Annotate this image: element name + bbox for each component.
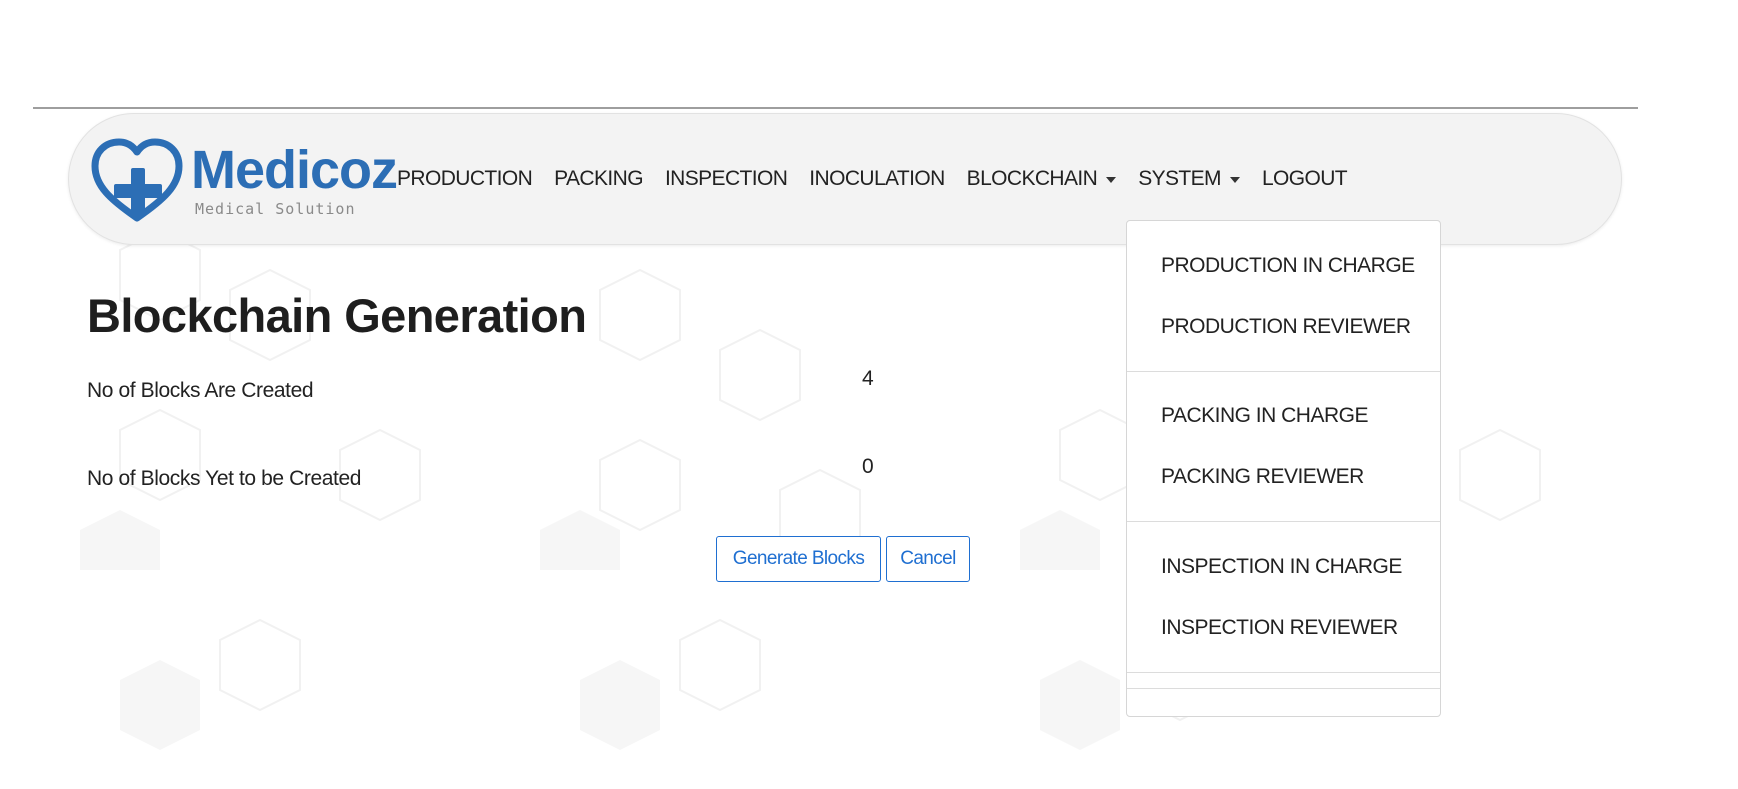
nav-production-label: PRODUCTION	[397, 167, 533, 190]
nav-inoculation-label: INOCULATION	[809, 167, 945, 190]
nav-production[interactable]: PRODUCTION	[397, 167, 533, 191]
system-dropdown-menu: PRODUCTION IN CHARGE PRODUCTION REVIEWER…	[1126, 220, 1441, 717]
caret-down-icon	[1229, 177, 1240, 183]
menu-item-production-reviewer[interactable]: PRODUCTION REVIEWER	[1161, 315, 1411, 339]
menu-item-packing-reviewer[interactable]: PACKING REVIEWER	[1161, 465, 1364, 489]
menu-divider	[1127, 371, 1440, 372]
menu-item-production-in-charge[interactable]: PRODUCTION IN CHARGE	[1161, 254, 1415, 278]
blocks-created-value: 4	[862, 367, 874, 390]
blocks-pending-label: No of Blocks Yet to be Created	[87, 467, 362, 490]
nav-logout[interactable]: LOGOUT	[1261, 167, 1348, 191]
nav-inspection[interactable]: INSPECTION	[664, 167, 788, 191]
nav-blockchain-label: BLOCKCHAIN	[966, 167, 1098, 190]
menu-divider	[1127, 688, 1440, 689]
cancel-button[interactable]: Cancel	[886, 536, 970, 582]
menu-item-packing-in-charge[interactable]: PACKING IN CHARGE	[1161, 404, 1368, 428]
page-title: Blockchain Generation	[87, 289, 587, 342]
nav-blockchain-dropdown[interactable]: BLOCKCHAIN	[967, 167, 1117, 191]
menu-divider	[1127, 521, 1440, 522]
menu-divider	[1127, 672, 1440, 673]
nav-packing[interactable]: PACKING	[554, 167, 643, 191]
nav-inoculation[interactable]: INOCULATION	[809, 167, 945, 191]
top-divider	[33, 107, 1638, 109]
brand-tagline: Medical Solution	[195, 200, 356, 218]
nav-system-dropdown[interactable]: SYSTEM	[1138, 167, 1240, 191]
page: Medicoz Medical Solution PRODUCTION PACK…	[0, 0, 1738, 789]
nav-system-label: SYSTEM	[1138, 167, 1221, 190]
blocks-pending-value: 0	[862, 455, 874, 478]
brand-name: Medicoz	[191, 140, 398, 200]
menu-item-inspection-reviewer[interactable]: INSPECTION REVIEWER	[1161, 616, 1398, 640]
blocks-created-label: No of Blocks Are Created	[87, 379, 314, 402]
nav-packing-label: PACKING	[554, 167, 643, 190]
nav-inspection-label: INSPECTION	[664, 167, 788, 190]
nav-logout-label: LOGOUT	[1261, 167, 1348, 190]
brand-logo[interactable]: Medicoz Medical Solution	[91, 138, 398, 222]
menu-item-inspection-in-charge[interactable]: INSPECTION IN CHARGE	[1161, 555, 1402, 579]
heart-plus-logo-icon	[91, 138, 183, 222]
caret-down-icon	[1106, 177, 1117, 183]
generate-blocks-button[interactable]: Generate Blocks	[716, 536, 881, 582]
